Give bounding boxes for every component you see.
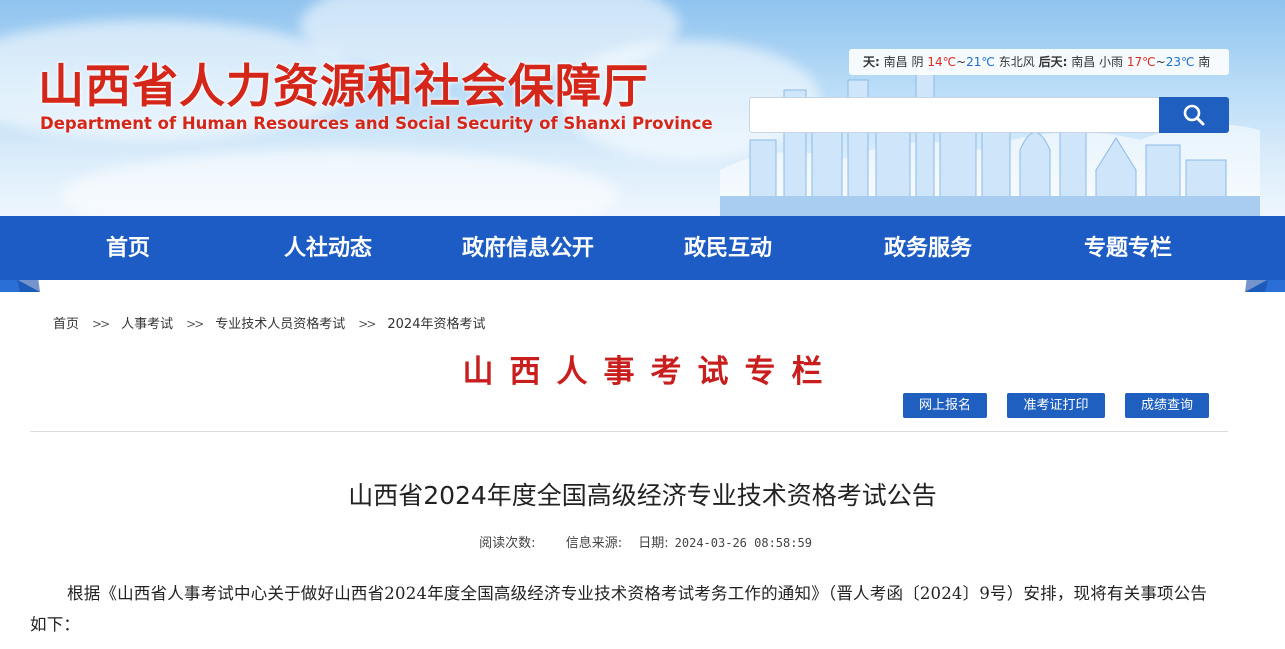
divider — [30, 431, 1228, 432]
nav-item-news[interactable]: 人社动态 — [228, 216, 428, 280]
nav-item-gov-info[interactable]: 政府信息公开 — [428, 216, 628, 280]
search-icon — [1183, 104, 1205, 126]
online-registration-button[interactable]: 网上报名 — [903, 393, 987, 418]
weather-today-separator: ~ — [956, 55, 967, 69]
breadcrumb-separator: >> — [92, 317, 110, 331]
nav-item-services[interactable]: 政务服务 — [828, 216, 1028, 280]
site-title: 山西省人力资源和社会保障厅 — [38, 59, 649, 113]
article-meta: 阅读次数: 信息来源: 日期: 2024-03-26 08:58:59 — [0, 532, 1285, 551]
main-navigation-wrapper: 首页 人社动态 政府信息公开 政民互动 政务服务 专题专栏 — [0, 216, 1285, 292]
weather-today-city: 南昌 — [883, 55, 908, 69]
nav-item-topics[interactable]: 专题专栏 — [1028, 216, 1228, 280]
breadcrumb-separator: >> — [186, 317, 204, 331]
weather-tomorrow-condition: 小雨 — [1099, 55, 1124, 69]
search-button[interactable] — [1159, 97, 1229, 133]
breadcrumb-link-2024-exam[interactable]: 2024年资格考试 — [387, 317, 485, 332]
nav-item-home[interactable]: 首页 — [28, 216, 228, 280]
breadcrumb-link-home[interactable]: 首页 — [53, 317, 79, 332]
search-input[interactable] — [749, 97, 1169, 133]
header-banner: 山西省人力资源和社会保障厅 Department of Human Resour… — [0, 0, 1285, 216]
breadcrumb-separator: >> — [358, 317, 376, 331]
source-label: 信息来源: — [565, 536, 623, 551]
weather-today-high: 14℃ — [927, 55, 957, 69]
article-paragraph: 根据《山西省人事考试中心关于做好山西省2024年度全国高级经济专业技术资格考试考… — [30, 584, 1208, 634]
weather-tomorrow-high: 17℃ — [1126, 55, 1156, 69]
quick-links: 网上报名 准考证打印 成绩查询 — [0, 393, 1285, 419]
weather-tomorrow-tail: 南 — [1198, 55, 1211, 69]
weather-tomorrow-separator: ~ — [1155, 55, 1166, 69]
score-query-button[interactable]: 成绩查询 — [1125, 393, 1209, 418]
weather-today-condition: 阴 — [911, 55, 924, 69]
cloud-decoration — [60, 150, 620, 216]
views-label: 阅读次数: — [479, 536, 536, 551]
publish-date: 2024-03-26 08:58:59 — [674, 536, 812, 550]
column-title: 山西人事考试专栏 — [462, 354, 839, 390]
date-label: 日期: — [638, 536, 669, 551]
weather-tomorrow-low: 23℃ — [1165, 55, 1195, 69]
weather-tomorrow-label: 后天: — [1038, 55, 1068, 69]
breadcrumb-link-personnel-exam[interactable]: 人事考试 — [121, 317, 173, 332]
weather-today-label: 天: — [863, 55, 880, 69]
breadcrumb: 首页 >> 人事考试 >> 专业技术人员资格考试 >> 2024年资格考试 — [53, 313, 485, 332]
search-bar — [749, 97, 1229, 133]
weather-today-wind: 东北风 — [998, 55, 1035, 69]
main-navigation: 首页 人社动态 政府信息公开 政民互动 政务服务 专题专栏 — [0, 216, 1285, 280]
nav-item-interaction[interactable]: 政民互动 — [628, 216, 828, 280]
article-title: 山西省2024年度全国高级经济专业技术资格考试公告 — [348, 481, 937, 510]
weather-today-low: 21℃ — [966, 55, 995, 69]
site-subtitle: Department of Human Resources and Social… — [40, 114, 713, 133]
breadcrumb-link-professional-exam[interactable]: 专业技术人员资格考试 — [215, 317, 345, 332]
weather-tomorrow-city: 南昌 — [1071, 55, 1096, 69]
weather-ticker: 天: 南昌 阴 14℃~21℃ 东北风 后天: 南昌 小雨 17℃~23℃ 南 — [849, 49, 1229, 75]
admission-ticket-print-button[interactable]: 准考证打印 — [1007, 393, 1105, 418]
